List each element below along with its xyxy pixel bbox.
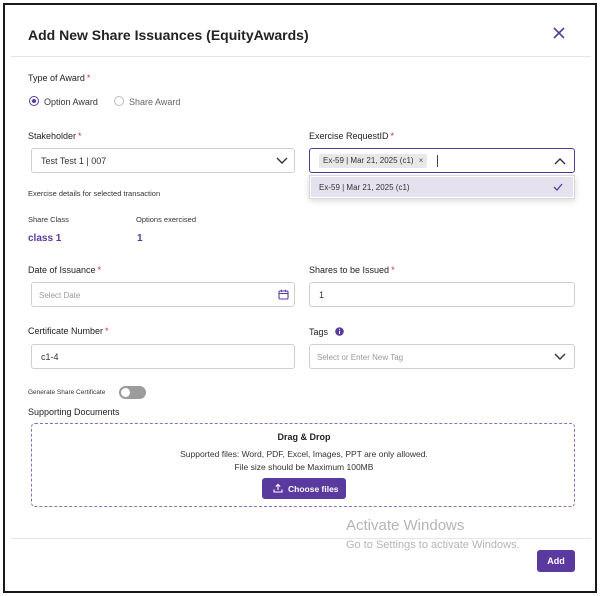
option-award-label: Option Award <box>44 97 98 107</box>
exercise-request-dropdown: Ex-59 | Mar 21, 2025 (c1) <box>309 175 575 199</box>
dropdown-option-label: Ex-59 | Mar 21, 2025 (c1) <box>319 183 410 192</box>
stakeholder-value: Test Test 1 | 007 <box>41 156 107 166</box>
options-exercised-label: Options exercised <box>136 215 197 224</box>
certificate-value: c1-4 <box>41 352 59 362</box>
modal-header: Add New Share Issuances (EquityAwards) <box>11 11 591 57</box>
activate-windows-watermark: Activate Windows <box>346 517 465 534</box>
file-dropzone[interactable]: Drag & Drop Supported files: Word, PDF, … <box>31 423 575 507</box>
type-of-award-label: Type of Award * <box>28 73 91 83</box>
check-icon <box>553 183 563 191</box>
file-size-text: File size should be Maximum 100MB <box>234 462 374 472</box>
window-frame: Add New Share Issuances (EquityAwards) T… <box>3 3 597 593</box>
stakeholder-select[interactable]: Test Test 1 | 007 <box>31 148 295 173</box>
options-exercised-value: 1 <box>137 233 143 244</box>
modal-dialog: Add New Share Issuances (EquityAwards) T… <box>11 11 591 587</box>
chip-remove-icon[interactable]: × <box>419 156 424 165</box>
info-icon[interactable] <box>334 327 344 336</box>
shares-value: 1 <box>319 290 325 300</box>
upload-icon <box>273 483 283 493</box>
share-award-label: Share Award <box>129 97 181 107</box>
tags-placeholder: Select or Enter New Tag <box>317 353 404 362</box>
calendar-icon[interactable] <box>278 289 289 300</box>
chevron-up-icon <box>554 158 566 165</box>
choose-files-button[interactable]: Choose files <box>262 478 346 499</box>
tags-label: Tags <box>309 326 344 337</box>
generate-certificate-label: Generate Share Certificate <box>28 389 106 396</box>
certificate-number-label: Certificate Number * <box>28 326 109 336</box>
date-placeholder: Select Date <box>39 291 81 300</box>
stakeholder-label: Stakeholder * <box>28 131 82 141</box>
close-icon[interactable] <box>551 25 567 41</box>
share-class-label: Share Class <box>28 215 69 224</box>
generate-certificate-toggle[interactable] <box>119 386 146 399</box>
modal-title: Add New Share Issuances (EquityAwards) <box>28 27 309 43</box>
shares-to-be-issued-label: Shares to be Issued * <box>309 265 395 275</box>
supporting-documents-label: Supporting Documents <box>28 407 120 417</box>
drag-drop-title: Drag & Drop <box>277 432 331 442</box>
footer-divider <box>11 538 591 539</box>
option-award-radio[interactable] <box>29 96 39 106</box>
supported-files-text: Supported files: Word, PDF, Excel, Image… <box>180 449 428 459</box>
exercise-request-label: Exercise RequestID * <box>309 131 395 141</box>
date-of-issuance-input[interactable]: Select Date <box>31 282 295 307</box>
exercise-request-select[interactable]: Ex-59 | Mar 21, 2025 (c1) × <box>309 148 575 173</box>
exercise-details-heading: Exercise details for selected transactio… <box>28 189 161 198</box>
date-of-issuance-label: Date of Issuance * <box>28 265 102 275</box>
add-button[interactable]: Add <box>537 550 575 572</box>
chevron-down-icon <box>554 353 566 360</box>
toggle-knob <box>121 388 130 397</box>
certificate-number-input[interactable]: c1-4 <box>31 344 295 369</box>
tags-select[interactable]: Select or Enter New Tag <box>309 344 575 369</box>
dropdown-option[interactable]: Ex-59 | Mar 21, 2025 (c1) <box>311 177 573 197</box>
choose-files-label: Choose files <box>288 484 339 494</box>
share-class-value: class 1 <box>28 233 62 244</box>
shares-to-be-issued-input[interactable]: 1 <box>309 282 575 307</box>
text-cursor <box>437 155 438 167</box>
chevron-down-icon <box>276 157 288 164</box>
activate-windows-subtext: Go to Settings to activate Windows. <box>346 539 520 551</box>
share-award-radio[interactable] <box>114 96 124 106</box>
selected-request-chip: Ex-59 | Mar 21, 2025 (c1) × <box>319 154 428 168</box>
